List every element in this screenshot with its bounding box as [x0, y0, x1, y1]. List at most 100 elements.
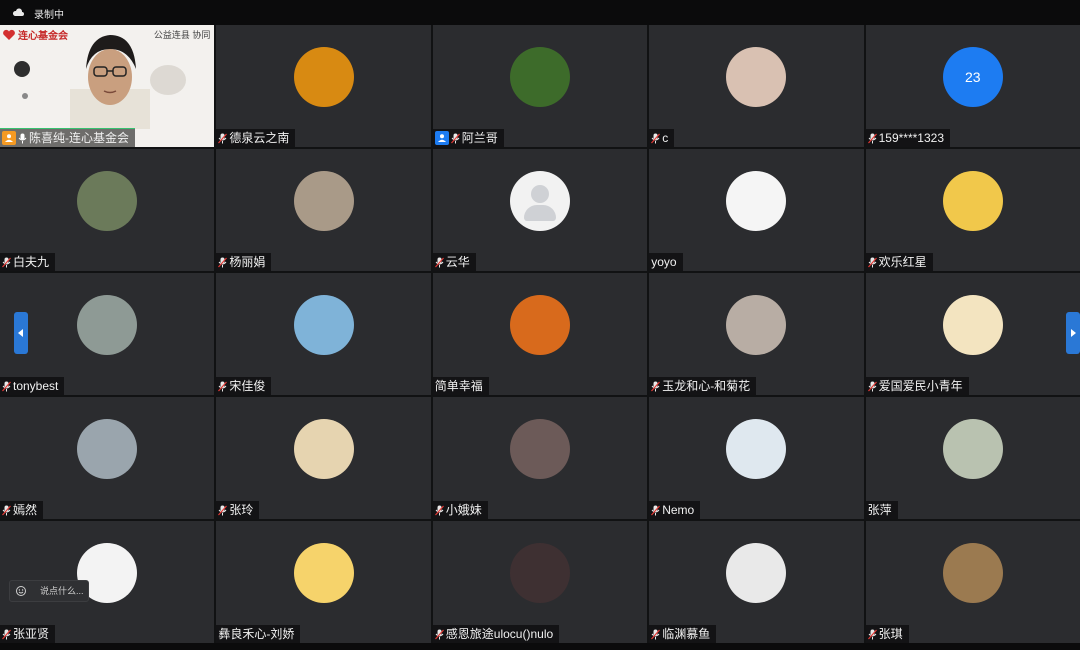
status-bar: 录制中: [0, 0, 1080, 25]
muted-microphone-icon: [434, 505, 444, 516]
participant-tile[interactable]: 宋佳俊: [216, 273, 431, 395]
next-page-button[interactable]: [1066, 312, 1080, 354]
avatar-man-outdoor: [77, 171, 138, 231]
avatar-town-view: [942, 543, 1003, 603]
muted-microphone-icon: [651, 629, 661, 640]
muted-microphone-icon: [651, 381, 661, 392]
avatar-orange-flowers: [509, 295, 570, 355]
avatar-street-people: [293, 171, 354, 231]
avatar-horse-cartoon: [942, 171, 1003, 231]
default-avatar-icon: [509, 171, 570, 231]
muted-microphone-icon: [434, 629, 444, 640]
participant-tile[interactable]: 张玲: [216, 397, 431, 519]
participant-tile[interactable]: 彝良禾心-刘娇: [216, 521, 431, 643]
avatar-portrait-woman: [726, 47, 787, 107]
watermark-text: 公益连县 协同: [153, 30, 211, 40]
emoji-icon: [16, 586, 26, 596]
avatar-sunset-silhouette: [509, 419, 570, 479]
muted-microphone-icon: [2, 629, 11, 640]
avatar-sunflower: [293, 47, 354, 107]
muted-microphone-icon: [2, 505, 11, 516]
chevron-right-icon: [1071, 329, 1076, 337]
participant-tile[interactable]: 感恩旅途ulocu()nulo: [432, 521, 648, 643]
participant-name-label: 小娥妹: [432, 501, 488, 519]
participant-tile[interactable]: 玉龙和心-和菊花: [649, 273, 864, 395]
participant-name-label: 杨丽娟: [216, 253, 272, 271]
muted-microphone-icon: [218, 505, 228, 516]
participant-name-label: 张萍: [865, 501, 898, 519]
muted-microphone-icon: [867, 257, 877, 268]
avatar-rock-cliff: [726, 295, 787, 355]
decor-dot-small: [22, 93, 28, 99]
muted-microphone-icon: [651, 505, 661, 516]
host-badge-icon: [434, 131, 449, 145]
bottom-bar: [0, 643, 1080, 650]
avatar-cartoon-girl-yellow-hat: [293, 543, 354, 603]
participant-tile[interactable]: 杨丽娟: [216, 149, 431, 271]
muted-microphone-icon: [651, 133, 661, 144]
muted-microphone-icon: [867, 629, 877, 640]
participant-name-label: Nemo: [649, 501, 701, 519]
host-badge-icon: [2, 131, 16, 145]
participant-tile[interactable]: 张萍: [865, 397, 1080, 519]
muted-microphone-icon: [218, 381, 228, 392]
microphone-icon: [18, 133, 27, 143]
avatar-lake-scene: [77, 419, 138, 479]
participant-name-label: 彝良禾心-刘娇: [216, 625, 301, 643]
participant-tile[interactable]: 德泉云之南: [216, 25, 431, 147]
participant-name-label: 德泉云之南: [216, 129, 296, 147]
muted-microphone-icon: [218, 133, 228, 144]
participant-name-label: 简单幸福: [432, 377, 489, 395]
participant-tile[interactable]: 小娥妹: [432, 397, 648, 519]
participant-tile[interactable]: 23 159****1323: [865, 25, 1080, 147]
participant-name-label: 张亚贤: [0, 625, 56, 643]
participant-name-label: tonybest: [0, 377, 65, 395]
presenter-video-tile[interactable]: 连心基金会 公益连县 协同 陈喜纯-连心基金会: [0, 25, 215, 147]
participant-name-label: 嫣然: [0, 501, 44, 519]
participant-name-label: 张琪: [865, 625, 909, 643]
avatar-forest: [509, 47, 570, 107]
muted-microphone-icon: [218, 257, 228, 268]
chat-input[interactable]: 说点什么...: [9, 580, 89, 602]
avatar-baby: [726, 419, 787, 479]
participant-tile[interactable]: 白夫九: [0, 149, 215, 271]
participant-tile[interactable]: Nemo: [649, 397, 864, 519]
participant-tile[interactable]: 简单幸福: [432, 273, 648, 395]
participant-tile[interactable]: 云华: [432, 149, 648, 271]
avatar-dog-costume: [726, 543, 787, 603]
participant-name-label: 玉龙和心-和菊花: [649, 377, 757, 395]
avatar-no-face: [726, 171, 787, 231]
participant-tile[interactable]: 欢乐红星: [865, 149, 1080, 271]
participant-tile[interactable]: c: [649, 25, 864, 147]
muted-microphone-icon: [2, 257, 11, 268]
avatar-dark-portrait: [509, 543, 570, 603]
avatar-girl-hat: [293, 419, 354, 479]
participant-name-label: 白夫九: [0, 253, 56, 271]
participant-tile[interactable]: 临渊慕鱼: [649, 521, 864, 643]
muted-microphone-icon: [434, 257, 444, 268]
presenter-video: [70, 35, 150, 129]
muted-microphone-icon: [2, 381, 11, 392]
previous-page-button[interactable]: [14, 312, 28, 354]
participant-name-label: 张玲: [216, 501, 260, 519]
participant-name-label: 陈喜纯-连心基金会: [0, 128, 135, 147]
chat-placeholder: 说点什么...: [40, 586, 84, 596]
participant-tile[interactable]: 嫣然: [0, 397, 215, 519]
participant-name-label: 感恩旅途ulocu()nulo: [432, 625, 560, 643]
participant-name-label: 欢乐红星: [865, 253, 933, 271]
muted-microphone-icon: [450, 133, 460, 144]
participant-tile[interactable]: tonybest: [0, 273, 215, 395]
participant-tile[interactable]: 爱国爱民小青年: [865, 273, 1080, 395]
avatar-woman-scarf: [942, 419, 1003, 479]
participant-name-label: 159****1323: [865, 129, 950, 147]
muted-microphone-icon: [867, 133, 877, 144]
participant-name-label: c: [649, 129, 675, 147]
participant-tile[interactable]: yoyo: [649, 149, 864, 271]
avatar-cartoon-mascot: [942, 295, 1003, 355]
participant-tile[interactable]: 阿兰哥: [432, 25, 648, 147]
cloud-icon: [12, 8, 24, 16]
participant-tile[interactable]: 张琪: [865, 521, 1080, 643]
participant-name-label: 宋佳俊: [216, 377, 272, 395]
chevron-left-icon: [18, 329, 23, 337]
decor-blob: [150, 65, 186, 95]
